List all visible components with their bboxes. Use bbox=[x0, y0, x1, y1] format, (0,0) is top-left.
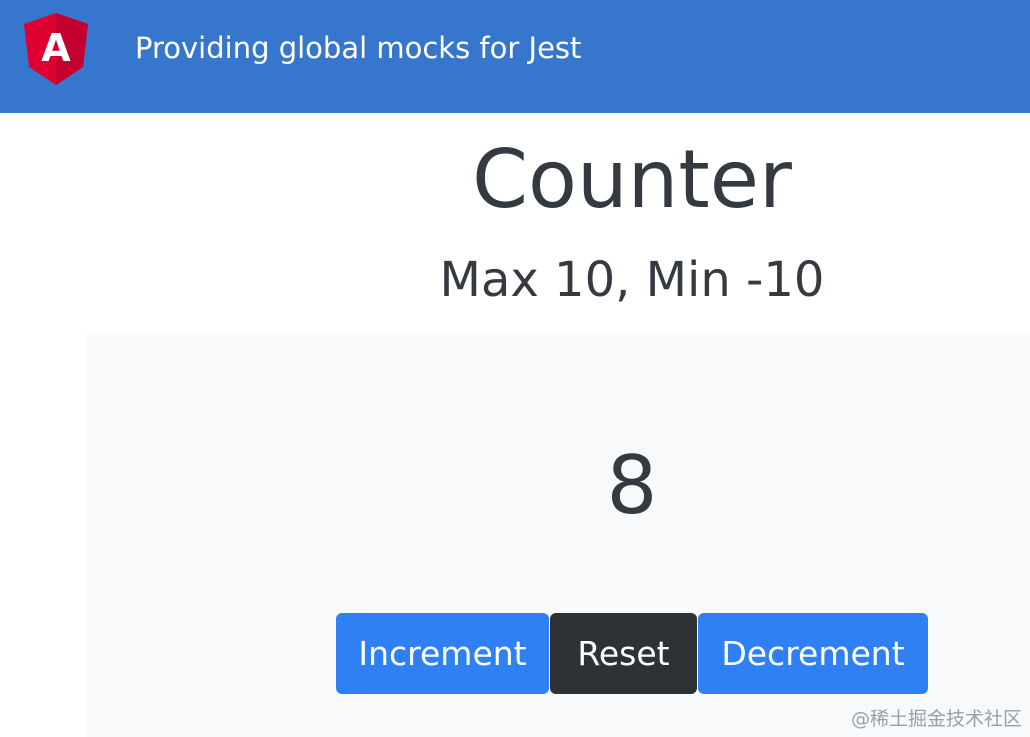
counter-range: Max 10, Min -10 bbox=[439, 252, 825, 308]
counter-title: Counter bbox=[472, 133, 792, 226]
decrement-button[interactable]: Decrement bbox=[698, 613, 928, 694]
top-navbar: A Providing global mocks for Jest bbox=[0, 0, 1030, 113]
logo-letter: A bbox=[41, 26, 71, 70]
app-page: A Providing global mocks for Jest Counte… bbox=[0, 0, 1030, 737]
angular-logo-icon: A bbox=[24, 13, 88, 85]
counter-value: 8 bbox=[606, 439, 658, 532]
watermark: @稀土掘金技术社区 bbox=[850, 708, 1022, 730]
increment-button[interactable]: Increment bbox=[336, 613, 549, 694]
reset-button[interactable]: Reset bbox=[550, 613, 697, 694]
app-title: Providing global mocks for Jest bbox=[135, 31, 582, 65]
